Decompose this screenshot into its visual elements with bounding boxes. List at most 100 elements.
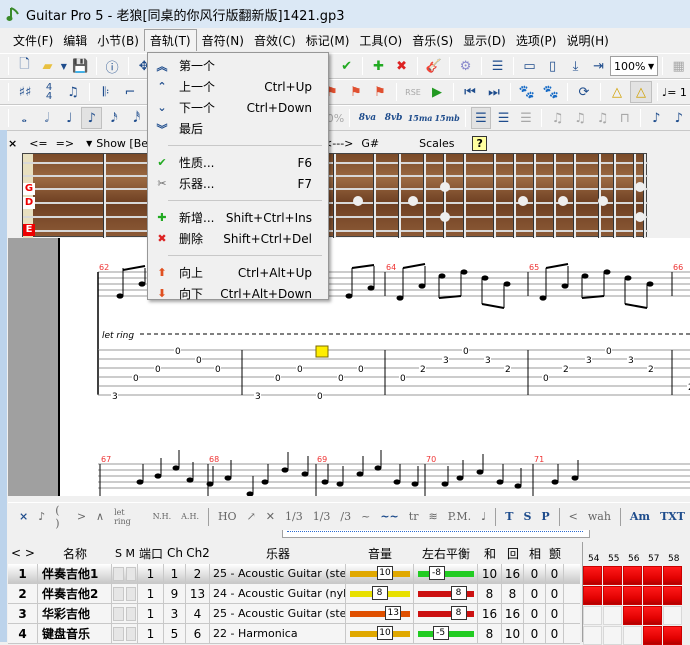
- track-phaser[interactable]: 0: [524, 623, 546, 644]
- delete-track-icon[interactable]: ✖: [391, 55, 412, 77]
- quindicesima-15ma-button[interactable]: 15ma: [408, 107, 433, 129]
- half-note-icon[interactable]: 𝅗𝅥: [36, 107, 56, 129]
- text-icon[interactable]: TXT: [660, 510, 685, 523]
- track-channel2[interactable]: 2: [186, 563, 210, 584]
- track-name[interactable]: 键盘音乐: [38, 623, 112, 644]
- artificial-harmonic-icon[interactable]: A.H.: [181, 512, 199, 521]
- pan-slider[interactable]: 8: [414, 583, 478, 604]
- measure-cell[interactable]: [663, 566, 682, 585]
- pan-knob[interactable]: 8: [450, 605, 467, 620]
- track-instrument[interactable]: 24 - Acoustic Guitar (nylon): [210, 583, 346, 604]
- menu-markers[interactable]: 标记(M): [301, 30, 355, 51]
- track-menu-item[interactable]: ⌃ 上一个 Ctrl+Up: [148, 76, 328, 97]
- pan-slider[interactable]: 8: [414, 603, 478, 624]
- solo-button[interactable]: [113, 566, 124, 581]
- track-row[interactable]: 2伴奏吉他2191324 - Acoustic Guitar (nylon)88…: [8, 583, 580, 604]
- natural-harmonic-icon[interactable]: N.H.: [153, 512, 172, 521]
- measure-cell[interactable]: [583, 586, 602, 605]
- volume-slider[interactable]: 13: [346, 603, 414, 624]
- pan-knob[interactable]: -8: [428, 565, 445, 580]
- track-tremolo[interactable]: 0: [546, 623, 564, 644]
- fretboard[interactable]: GD E: [22, 153, 648, 238]
- page-view-icon[interactable]: ▭: [519, 55, 540, 77]
- track-menu-item[interactable]: ︾ 最后: [148, 118, 328, 139]
- solo-button[interactable]: [113, 586, 124, 601]
- loop-icon[interactable]: ⟳: [573, 81, 595, 103]
- slash-lines-icon[interactable]: ☰: [516, 107, 536, 129]
- tremolo-picking-icon[interactable]: ≋: [428, 510, 437, 523]
- track-menu-item[interactable]: ✚ 新增... Shift+Ctrl+Ins: [148, 207, 328, 228]
- measure-cell[interactable]: [663, 626, 682, 645]
- tab-lines-icon[interactable]: ☰: [493, 107, 513, 129]
- go-end-icon[interactable]: ⏭: [483, 81, 505, 103]
- close-icon[interactable]: ×: [8, 137, 17, 150]
- tremolo-bar-icon[interactable]: ✕: [266, 510, 275, 523]
- track-tremolo[interactable]: 0: [546, 563, 564, 584]
- zoom-select[interactable]: 100% ▼: [610, 56, 659, 76]
- track-name[interactable]: 伴奏吉他1: [38, 563, 112, 584]
- open-folder-icon[interactable]: ▰: [37, 55, 58, 77]
- new-file-icon[interactable]: 🗋: [14, 55, 35, 77]
- horizontal-scroll-icon[interactable]: ⇥: [588, 55, 609, 77]
- measure-cell[interactable]: [643, 566, 662, 585]
- time-signature-icon[interactable]: 44: [38, 81, 60, 103]
- quarter-note-icon[interactable]: ♩: [59, 107, 79, 129]
- track-instrument[interactable]: 25 - Acoustic Guitar (steel): [210, 563, 346, 584]
- ottava-8va-button[interactable]: 8va: [355, 107, 379, 129]
- volume-slider[interactable]: 10: [346, 563, 414, 584]
- measure-overview-grid[interactable]: 54 55 56 57 58: [582, 542, 690, 645]
- quindicesima-15mb-button[interactable]: 15mb: [434, 107, 459, 129]
- menu-file[interactable]: 文件(F): [8, 30, 58, 51]
- track-chorus[interactable]: 8: [478, 583, 502, 604]
- track-tremolo[interactable]: 0: [546, 583, 564, 604]
- pan-slider[interactable]: -5: [414, 623, 478, 644]
- go-start-icon[interactable]: ⏮: [459, 81, 481, 103]
- beam-icon[interactable]: ♫: [570, 107, 590, 129]
- track-menu-item[interactable]: ✂ 乐器... F7: [148, 173, 328, 194]
- fade-in-icon[interactable]: <: [569, 510, 578, 523]
- track-menu-item[interactable]: ⬆ 向上 Ctrl+Alt+Up: [148, 262, 328, 283]
- measure-cell[interactable]: [603, 626, 622, 645]
- measure-cell[interactable]: [623, 626, 642, 645]
- step-back-paw-icon[interactable]: 🐾: [516, 81, 538, 103]
- measure-cell[interactable]: [643, 586, 662, 605]
- measure-cell[interactable]: [603, 606, 622, 625]
- heavy-accent-icon[interactable]: ∧: [96, 510, 104, 523]
- hammer-on-icon[interactable]: HO: [218, 510, 237, 523]
- count-in-metronome-icon[interactable]: △: [630, 81, 652, 103]
- menu-view[interactable]: 显示(D): [458, 30, 511, 51]
- staff-lines-icon[interactable]: ☰: [470, 107, 492, 129]
- staccato-icon[interactable]: ♩: [481, 510, 486, 523]
- menu-edit[interactable]: 编辑: [58, 30, 92, 51]
- track-reverb[interactable]: 10: [502, 623, 524, 644]
- measure-cell[interactable]: [623, 586, 642, 605]
- measure-cell[interactable]: [583, 626, 602, 645]
- track-port[interactable]: 1: [138, 583, 164, 604]
- triplet-slide-icon[interactable]: 1/3: [285, 510, 303, 523]
- vertical-scroll-icon[interactable]: ⤓: [565, 55, 586, 77]
- mute-button[interactable]: [125, 566, 136, 581]
- mute-button[interactable]: [125, 586, 136, 601]
- track-phaser[interactable]: 0: [524, 563, 546, 584]
- tap-icon[interactable]: T: [505, 510, 513, 523]
- whole-note-icon[interactable]: 𝅝: [14, 107, 34, 129]
- track-phaser[interactable]: 0: [524, 603, 546, 624]
- track-port[interactable]: 1: [138, 623, 164, 644]
- file-info-icon[interactable]: ⓘ: [102, 55, 123, 77]
- vibrato-icon[interactable]: ~: [361, 510, 370, 523]
- measure-cell[interactable]: [663, 586, 682, 605]
- ghost-note-icon[interactable]: ( ): [55, 504, 67, 530]
- metronome-icon[interactable]: △: [606, 81, 628, 103]
- track-phaser[interactable]: 0: [524, 583, 546, 604]
- let-ring-icon[interactable]: let ring: [114, 508, 142, 526]
- slap-icon[interactable]: S: [523, 510, 531, 523]
- measure-cell[interactable]: [583, 566, 602, 585]
- volume-knob[interactable]: 10: [377, 565, 393, 580]
- tuplet-bracket-icon[interactable]: ⊓: [615, 107, 635, 129]
- track-tremolo[interactable]: 0: [546, 603, 564, 624]
- track-menu-item[interactable]: ⌄ 下一个 Ctrl+Down: [148, 97, 328, 118]
- wah-pedal-icon[interactable]: wah: [588, 510, 611, 523]
- slide-out-icon[interactable]: /3: [340, 510, 351, 523]
- track-reverb[interactable]: 16: [502, 563, 524, 584]
- help-icon[interactable]: ?: [472, 135, 487, 151]
